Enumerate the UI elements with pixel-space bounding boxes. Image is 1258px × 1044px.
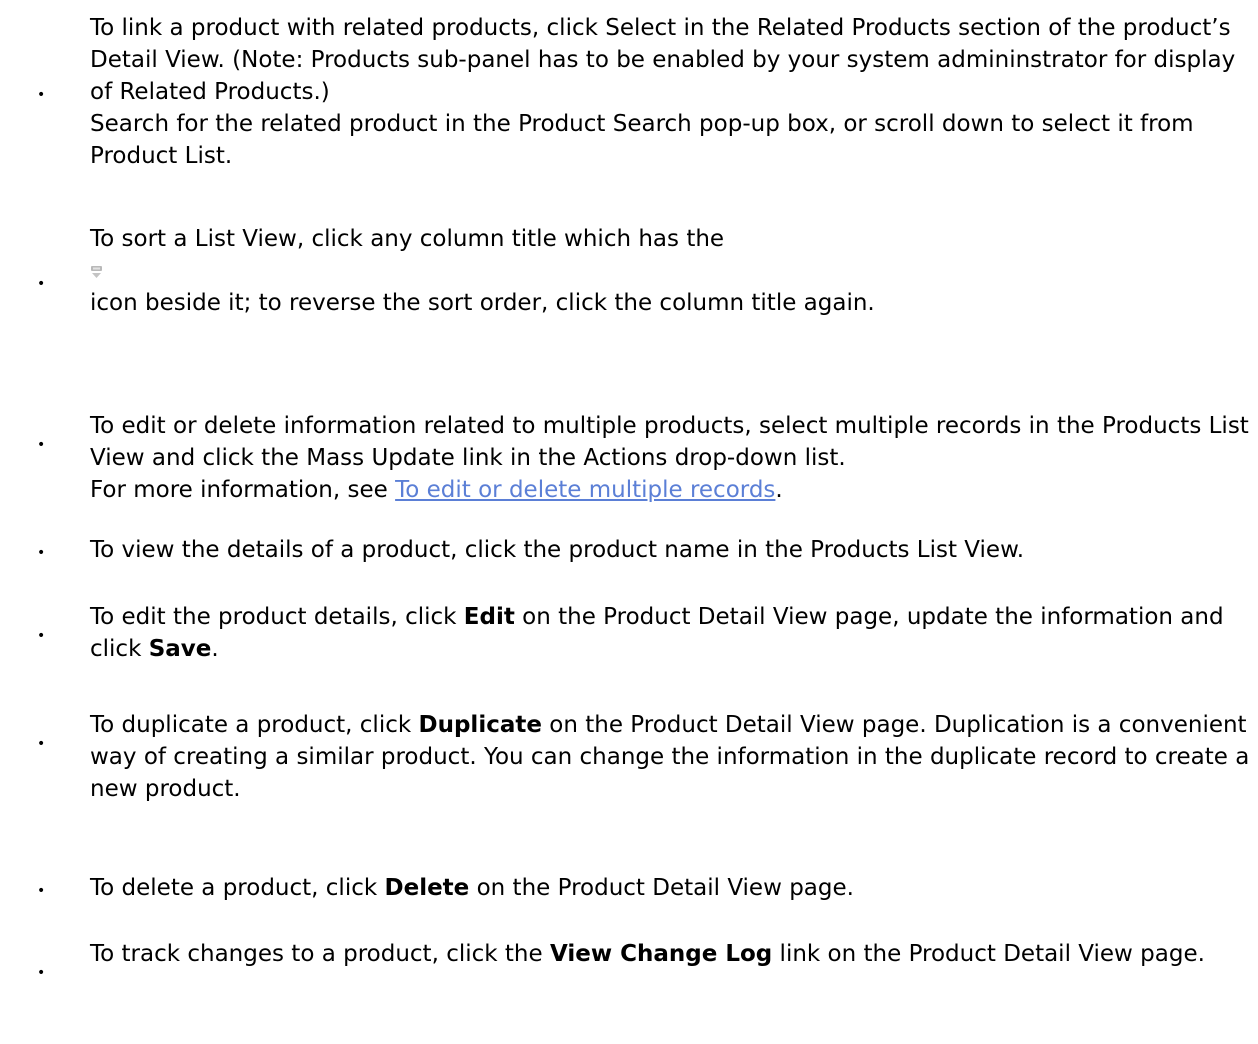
paragraph: To edit the product details, click Edit … [90, 601, 1250, 665]
list-item-text: To sort a List View, click any column ti… [90, 223, 1250, 319]
bullet: • [37, 965, 46, 981]
paragraph-text: . [211, 636, 219, 662]
paragraph: icon beside it; to reverse the sort orde… [90, 290, 875, 316]
paragraph: To link a product with related products,… [90, 15, 1236, 105]
list-item-text: To edit the product details, click Edit … [90, 601, 1250, 665]
list-item-text: To link a product with related products,… [90, 12, 1250, 172]
bullet: • [37, 437, 46, 453]
bullet: • [37, 883, 46, 899]
paragraph-text: To delete a product, click [90, 875, 385, 901]
paragraph: To delete a product, click Delete on the… [90, 872, 1250, 904]
edit-label: Edit [463, 604, 515, 630]
bullet: • [37, 628, 46, 644]
paragraph: To track changes to a product, click the… [90, 938, 1250, 970]
paragraph-text: To track changes to a product, click the [90, 941, 550, 967]
icon-line [90, 255, 1250, 287]
paragraph-text: link on the Product Detail View page. [772, 941, 1205, 967]
view-change-log-label: View Change Log [549, 941, 773, 967]
bullet: • [37, 276, 46, 292]
delete-label: Delete [384, 875, 470, 901]
paragraph: To edit or delete information related to… [90, 413, 1249, 471]
list-item-text: To duplicate a product, click Duplicate … [90, 709, 1250, 805]
paragraph-text: . [775, 477, 783, 503]
list-item-text: To view the details of a product, click … [90, 534, 1250, 566]
list-item-text: To edit or delete information related to… [90, 410, 1250, 506]
list-item-text: To track changes to a product, click the… [90, 938, 1250, 970]
duplicate-label: Duplicate [418, 712, 542, 738]
list-item-text: To delete a product, click Delete on the… [90, 872, 1250, 904]
paragraph: Search for the related product in the Pr… [90, 111, 1194, 169]
sort-icon [91, 266, 102, 278]
paragraph: To sort a List View, click any column ti… [90, 226, 725, 252]
paragraph-text: on the Product Detail View page. [469, 875, 854, 901]
paragraph: To duplicate a product, click Duplicate … [90, 709, 1250, 805]
bullet: • [37, 87, 46, 103]
paragraph-text: To duplicate a product, click [90, 712, 419, 738]
paragraph-text: To edit the product details, click [90, 604, 464, 630]
bullet: • [37, 736, 46, 752]
edit-delete-multiple-records-link[interactable]: To edit or delete multiple records [395, 477, 775, 503]
paragraph-text: For more information, see [90, 477, 396, 503]
paragraph: To view the details of a product, click … [90, 537, 1025, 563]
save-label: Save [148, 636, 212, 662]
bullet: • [37, 545, 46, 561]
paragraph: For more information, see To edit or del… [90, 474, 1250, 506]
